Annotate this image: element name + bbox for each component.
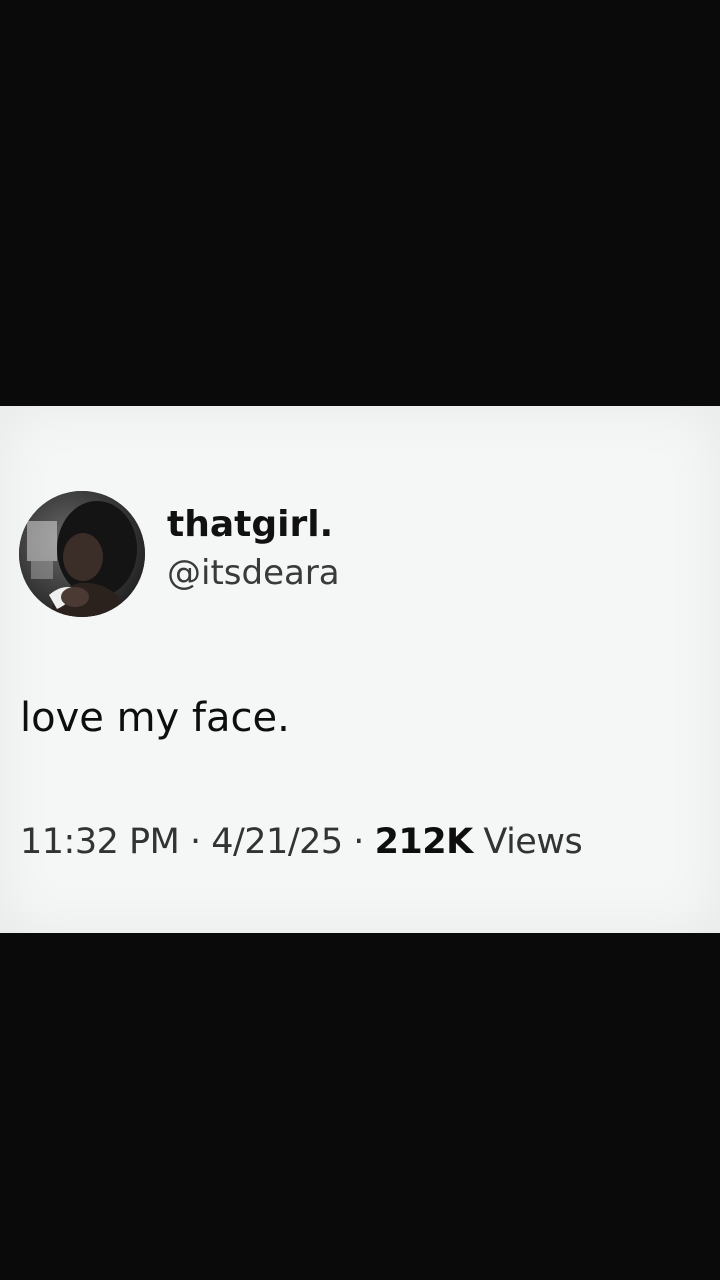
display-name[interactable]: thatgirl. bbox=[167, 503, 340, 547]
meta-separator: · bbox=[189, 822, 201, 862]
author-names: thatgirl. @itsdeara bbox=[167, 504, 340, 595]
tweet-text: love my face. bbox=[20, 695, 290, 741]
tweet-time[interactable]: 11:32 PM bbox=[20, 822, 180, 862]
views-count: 212K bbox=[374, 822, 474, 862]
views-label: Views bbox=[483, 822, 583, 862]
tweet-meta: 11:32 PM · 4/21/25 · 212K Views bbox=[20, 820, 583, 864]
screen: thatgirl. @itsdeara love my face. 11:32 … bbox=[0, 0, 720, 1280]
meta-separator: · bbox=[353, 822, 364, 862]
author-row: thatgirl. @itsdeara bbox=[19, 491, 340, 617]
tweet-date[interactable]: 4/21/25 bbox=[211, 822, 343, 862]
user-handle[interactable]: @itsdeara bbox=[167, 551, 340, 595]
tweet-card: thatgirl. @itsdeara love my face. 11:32 … bbox=[0, 406, 720, 933]
avatar-photo bbox=[19, 491, 145, 617]
avatar[interactable] bbox=[19, 491, 145, 617]
